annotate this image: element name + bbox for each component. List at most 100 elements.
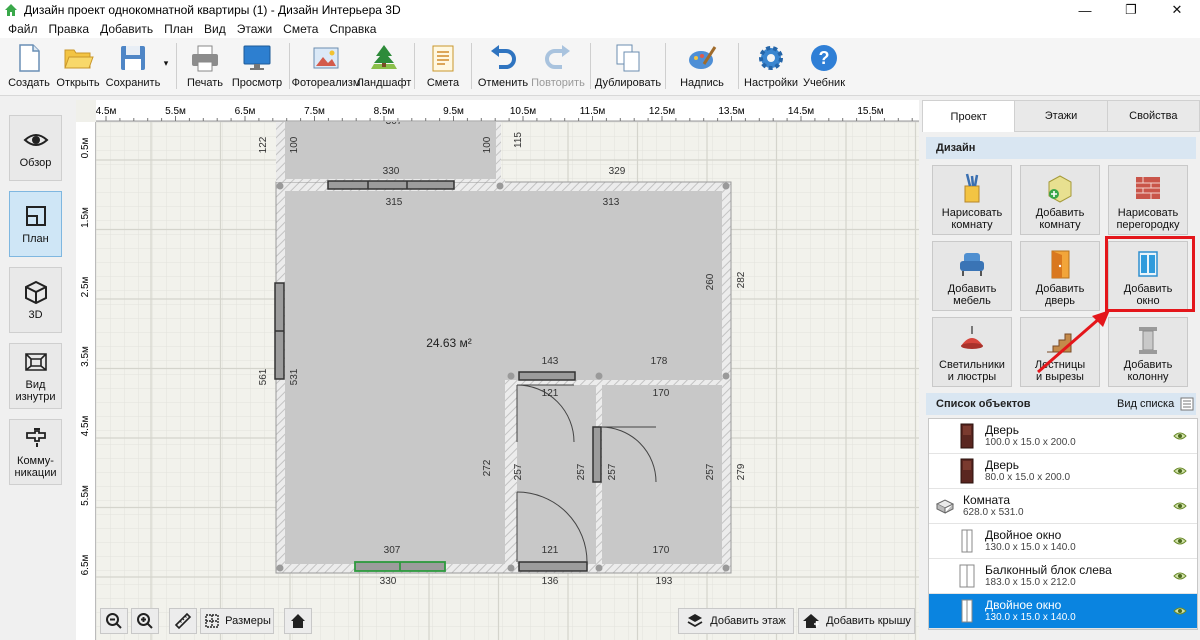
view-3d-label: 3D (28, 309, 43, 321)
window-bottom-selected[interactable] (354, 561, 446, 572)
visibility-eye-icon[interactable] (1173, 535, 1187, 547)
draw-room-button[interactable]: Нарисовать комнату (932, 165, 1012, 235)
visibility-eye-icon[interactable] (1173, 605, 1187, 617)
add-room-button[interactable]: Добавить комнату (1020, 165, 1100, 235)
sizes-button[interactable]: Размеры (200, 608, 274, 634)
tab-project[interactable]: Проект (922, 100, 1016, 132)
balcony-block-thumbnail-icon (959, 564, 975, 588)
ruler-tool-button[interactable] (169, 608, 197, 634)
dim-label: 329 (609, 166, 626, 177)
add-room-label-2: комнату (1039, 219, 1081, 231)
dim-label: 307 (386, 122, 403, 127)
tab-floors[interactable]: Этажи (1015, 100, 1108, 132)
overview-button[interactable]: Обзор (9, 115, 62, 181)
estimate-button[interactable]: Смета (419, 38, 467, 94)
open-button[interactable]: Открыть (52, 38, 104, 94)
visibility-eye-icon[interactable] (1173, 500, 1187, 512)
window-bathroom-bottom[interactable] (518, 561, 588, 572)
create-button[interactable]: Создать (6, 38, 52, 94)
object-dimensions: 130.0 x 15.0 x 140.0 (985, 541, 1076, 553)
ruler-tick-label: 4.5м (96, 106, 117, 117)
add-column-button[interactable]: Добавить колонну (1108, 317, 1188, 387)
roof-plus-icon (803, 614, 820, 628)
list-item-selected[interactable]: Двойное окно 130.0 x 15.0 x 140.0 (929, 594, 1197, 629)
save-button[interactable]: Сохранить (104, 38, 162, 94)
window-bathroom-top[interactable] (518, 371, 576, 381)
dim-label: 257 (576, 463, 587, 480)
visibility-eye-icon[interactable] (1173, 570, 1187, 582)
dim-label: 531 (289, 368, 300, 385)
visibility-eye-icon[interactable] (1173, 465, 1187, 477)
ruler-tick-label: 12.5м (649, 106, 675, 117)
plan-canvas[interactable]: 4.5м 5.5м 6.5м 7.5м 8.5м 9.5м 10.5м 11.5м 12.5м 1… (76, 100, 919, 640)
preview-button[interactable]: Просмотр (229, 38, 285, 94)
menu-edit[interactable]: Правка (44, 22, 96, 36)
zoom-in-button[interactable] (131, 608, 159, 634)
ruler-tick-label: 13.5м (718, 106, 744, 117)
menu-plan[interactable]: План (159, 22, 199, 36)
settings-button[interactable]: Настройки (743, 38, 799, 94)
communications-button[interactable]: Комму- никации (9, 419, 62, 485)
estimate-sheet-icon (432, 45, 454, 72)
window-top[interactable] (327, 180, 455, 190)
inside-view-button[interactable]: Вид изнутри (9, 343, 62, 409)
menu-view[interactable]: Вид (199, 22, 232, 36)
add-furniture-button[interactable]: Добавить мебель (932, 241, 1012, 311)
maximize-button[interactable]: ❐ (1108, 0, 1154, 20)
view-mode-panel: Обзор План 3D Вид изнутри Комму- никации (0, 97, 72, 640)
ruler-tick-label: 6.5м (80, 554, 91, 575)
menu-bar: Файл Правка Добавить План Вид Этажи Смет… (0, 20, 1200, 38)
redo-button[interactable]: Повторить (530, 38, 586, 94)
lights-button[interactable]: Светильники и люстры (932, 317, 1012, 387)
menu-file[interactable]: Файл (3, 22, 44, 36)
window-left[interactable] (274, 282, 285, 380)
draw-room-label: Нарисовать (941, 207, 1003, 219)
object-list[interactable]: Дверь 100.0 x 15.0 x 200.0 Дверь 80.0 x 15… (928, 418, 1198, 630)
tutorial-button[interactable]: ? Учебник (799, 38, 849, 94)
menu-floors[interactable]: Этажи (232, 22, 278, 36)
list-item[interactable]: Дверь 80.0 x 15.0 x 200.0 (929, 454, 1197, 489)
add-floor-button[interactable]: Добавить этаж (678, 608, 794, 634)
list-item[interactable]: Двойное окно 130.0 x 15.0 x 140.0 (929, 524, 1197, 559)
landscape-button[interactable]: Ландшафт (357, 38, 411, 94)
menu-help[interactable]: Справка (324, 22, 382, 36)
dim-label: 307 (384, 545, 401, 556)
list-item[interactable]: Дверь 100.0 x 15.0 x 200.0 (929, 419, 1197, 454)
duplicate-button[interactable]: Дублировать (595, 38, 661, 94)
save-dropdown-arrow[interactable]: ▾ (160, 58, 172, 69)
brick-wall-icon (1136, 177, 1160, 199)
floor-plan-drawing[interactable]: 24.63 м² 307 330 329 315 313 143 178 121… (96, 122, 919, 640)
view-list-button[interactable]: Вид списка (1117, 397, 1194, 411)
dim-label: 178 (651, 356, 668, 367)
zoom-out-icon (106, 613, 122, 629)
photorealism-button[interactable]: Фотореализм (292, 38, 360, 94)
draw-partition-button[interactable]: Нарисовать перегородку (1108, 165, 1188, 235)
create-label: Создать (8, 77, 50, 89)
design-section-header: Дизайн (926, 137, 1196, 159)
menu-add[interactable]: Добавить (95, 22, 159, 36)
list-item[interactable]: Балконный блок слева 183.0 x 15.0 x 212.0 (929, 559, 1197, 594)
undo-button[interactable]: Отменить (476, 38, 530, 94)
list-item[interactable]: Комната 628.0 x 531.0 (929, 489, 1197, 524)
dim-label: 279 (736, 463, 747, 480)
tab-properties[interactable]: Свойства (1107, 100, 1200, 132)
home-view-button[interactable] (284, 608, 312, 634)
close-button[interactable]: ✕ (1154, 0, 1200, 20)
zoom-out-button[interactable] (100, 608, 128, 634)
dim-label: 121 (542, 545, 559, 556)
plan-button[interactable]: План (9, 191, 62, 257)
open-label: Открыть (56, 77, 100, 89)
communications-label-2: никации (14, 467, 57, 479)
view-3d-button[interactable]: 3D (9, 267, 62, 333)
visibility-eye-icon[interactable] (1173, 430, 1187, 442)
app-logo-icon (5, 4, 17, 16)
caption-button[interactable]: Надпись (670, 38, 734, 94)
dim-label: 122 (258, 136, 269, 153)
object-name: Двойное окно (985, 527, 1062, 542)
print-button[interactable]: Печать (181, 38, 229, 94)
dim-label: 170 (653, 545, 670, 556)
toolbar-separator (471, 43, 472, 89)
add-roof-button[interactable]: Добавить крышу (798, 608, 915, 634)
minimize-button[interactable]: — (1062, 0, 1108, 20)
menu-estimate[interactable]: Смета (278, 22, 324, 36)
